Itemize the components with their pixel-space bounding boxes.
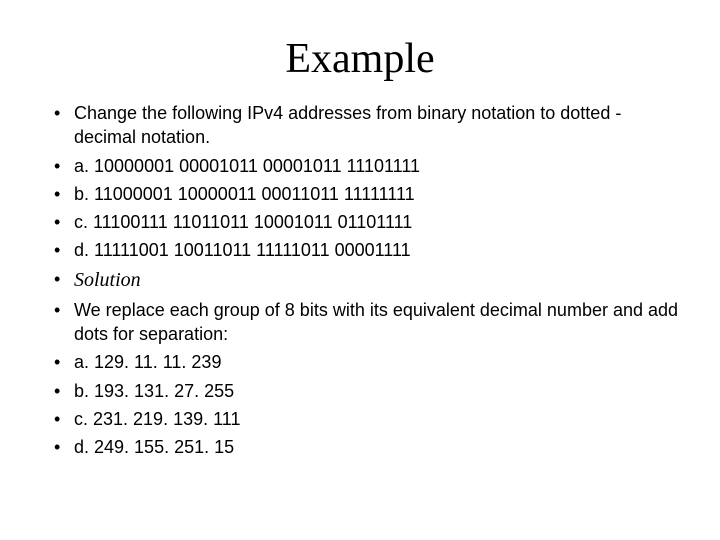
list-item: d. 249. 155. 251. 15	[40, 435, 680, 459]
slide: Example Change the following IPv4 addres…	[0, 0, 720, 540]
list-item: b. 193. 131. 27. 255	[40, 379, 680, 403]
question-b: b. 11000001 10000011 00011011 11111111	[74, 184, 415, 204]
answer-a: a. 129. 11. 11. 239	[74, 352, 221, 372]
list-item: d. 11111001 10011011 11111011 00001111	[40, 238, 680, 262]
slide-title: Example	[40, 35, 680, 83]
answer-d: d. 249. 155. 251. 15	[74, 437, 234, 457]
question-d: d. 11111001 10011011 11111011 00001111	[74, 240, 411, 260]
answer-b: b. 193. 131. 27. 255	[74, 381, 234, 401]
question-c: c. 11100111 11011011 10001011 01101111	[74, 212, 412, 232]
list-item: c. 11100111 11011011 10001011 01101111	[40, 210, 680, 234]
list-item: b. 11000001 10000011 00011011 11111111	[40, 182, 680, 206]
bullet-list: Change the following IPv4 addresses from…	[40, 101, 680, 460]
list-item: a. 129. 11. 11. 239	[40, 350, 680, 374]
answer-c: c. 231. 219. 139. 111	[74, 409, 240, 429]
question-a: a. 10000001 00001011 00001011 11101111	[74, 156, 420, 176]
list-item: We replace each group of 8 bits with its…	[40, 298, 680, 347]
prompt-text: Change the following IPv4 addresses from…	[74, 103, 621, 147]
list-item: a. 10000001 00001011 00001011 11101111	[40, 154, 680, 178]
solution-intro: We replace each group of 8 bits with its…	[74, 300, 678, 344]
list-item: c. 231. 219. 139. 111	[40, 407, 680, 431]
list-item-empty: Solution	[40, 267, 680, 294]
list-item: Change the following IPv4 addresses from…	[40, 101, 680, 150]
solution-heading: Solution	[74, 267, 680, 294]
